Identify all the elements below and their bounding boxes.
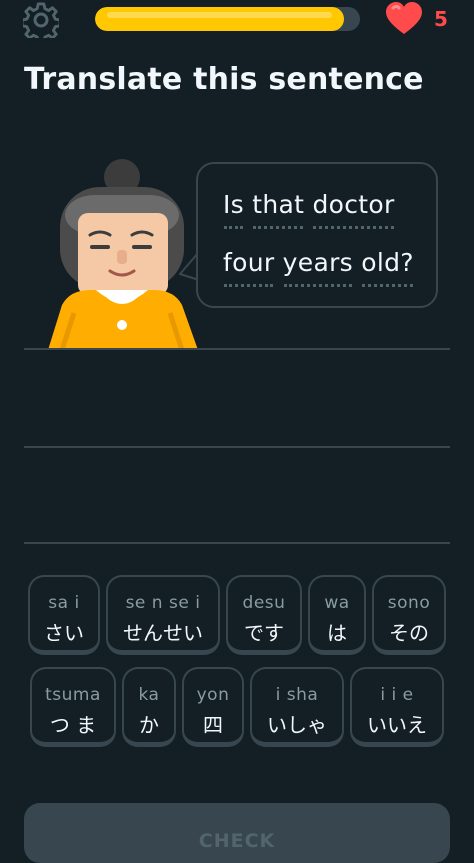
word-tile[interactable]: tsuma つ ま	[30, 667, 116, 747]
tile-kana: 四	[203, 713, 223, 737]
word-tile[interactable]: se n se i せんせい	[106, 575, 220, 655]
tile-kana: さい	[44, 621, 84, 645]
top-bar: 5	[0, 0, 474, 40]
speech-bubble: Is that doctor four years old?	[196, 162, 438, 308]
prompt-word[interactable]: Is	[223, 190, 244, 229]
prompt-line-2: four years old?	[223, 248, 414, 287]
tile-kana: です	[244, 621, 284, 645]
gear-icon[interactable]	[23, 2, 59, 38]
tile-romaji: ka	[138, 685, 160, 705]
tile-kana: いいえ	[367, 713, 427, 737]
tile-kana: は	[327, 621, 347, 645]
word-tile[interactable]: i sha いしゃ	[250, 667, 344, 747]
check-button[interactable]: CHECK	[24, 803, 450, 863]
prompt-line-1: Is that doctor	[223, 190, 395, 229]
tile-romaji: se n se i	[125, 593, 201, 613]
tile-romaji: sa i	[48, 593, 80, 613]
tile-romaji: desu	[242, 593, 286, 613]
page-title: Translate this sentence	[24, 62, 424, 97]
word-tile[interactable]: wa は	[308, 575, 366, 655]
tile-romaji: i i e	[380, 685, 414, 705]
prompt-word[interactable]: doctor	[312, 190, 394, 229]
word-tile[interactable]: sono その	[372, 575, 446, 655]
tile-romaji: wa	[324, 593, 350, 613]
heart-icon	[386, 2, 422, 34]
word-tile[interactable]: desu です	[226, 575, 302, 655]
lesson-progress-bar	[95, 7, 360, 31]
answer-line	[24, 348, 450, 350]
tile-romaji: i sha	[275, 685, 319, 705]
hearts-count: 5	[434, 7, 448, 31]
tile-kana: つ ま	[49, 713, 97, 737]
word-tile[interactable]: i i e いいえ	[350, 667, 444, 747]
tile-romaji: yon	[196, 685, 230, 705]
prompt-word[interactable]: that	[252, 190, 304, 229]
word-tile[interactable]: ka か	[122, 667, 176, 747]
progress-fill	[95, 7, 345, 31]
answer-line	[24, 446, 450, 448]
prompt-word[interactable]: old?	[361, 248, 414, 287]
tile-romaji: tsuma	[45, 685, 101, 705]
tile-kana: その	[389, 621, 429, 645]
tile-kana: いしゃ	[267, 713, 327, 737]
tile-kana: か	[139, 713, 159, 737]
tile-kana: せんせい	[123, 621, 203, 645]
prompt-word[interactable]: four	[223, 248, 274, 287]
progress-shine	[107, 12, 333, 18]
word-tile[interactable]: sa i さい	[28, 575, 100, 655]
tile-romaji: sono	[387, 593, 431, 613]
word-tile[interactable]: yon 四	[182, 667, 244, 747]
answer-line	[24, 542, 450, 544]
prompt-word[interactable]: years	[283, 248, 353, 287]
